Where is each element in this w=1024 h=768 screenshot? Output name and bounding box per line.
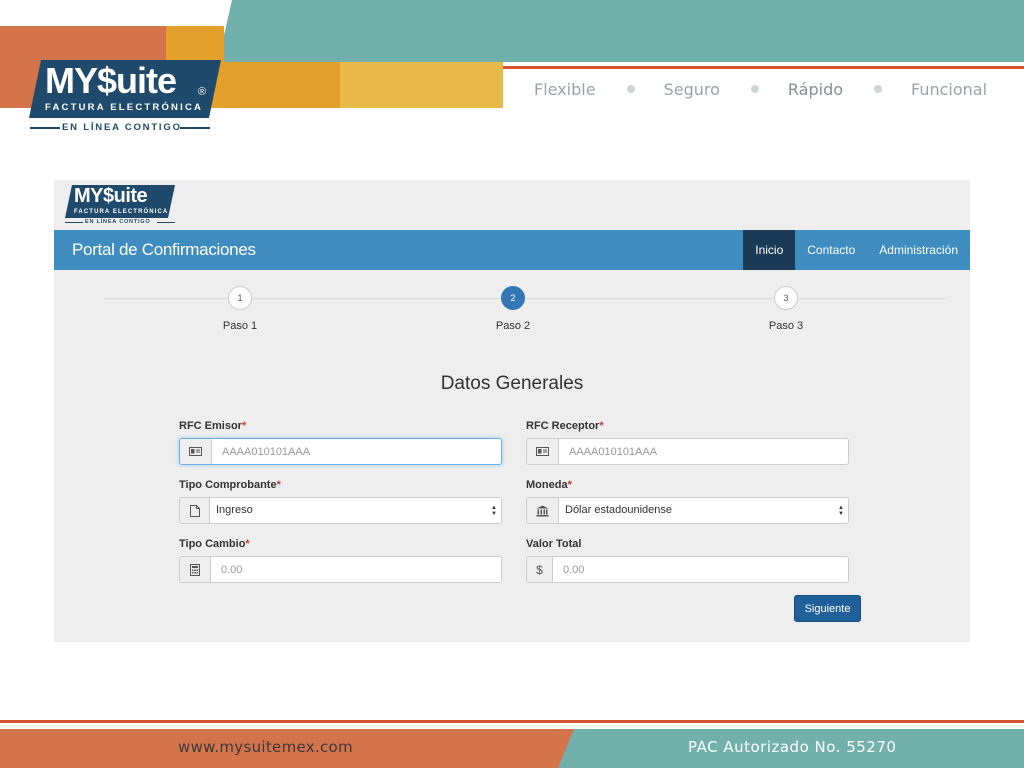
registered-mark: ® — [198, 86, 207, 98]
rfc-receptor-input[interactable] — [559, 439, 848, 464]
dollar-icon: $ — [527, 557, 553, 582]
required-mark: * — [241, 420, 247, 432]
valor-total-input[interactable] — [553, 557, 848, 582]
portal-brand[interactable]: Portal de Confirmaciones — [72, 230, 256, 270]
tipo-comprobante-select[interactable]: Ingreso — [210, 498, 487, 523]
valor-total-group: $ — [526, 556, 849, 583]
id-card-icon — [180, 439, 212, 464]
id-card-icon — [527, 439, 559, 464]
logo-subtitle: FACTURA ELECTRÓNICA — [45, 102, 204, 113]
value-rapido: Rápido — [787, 79, 844, 99]
footer-website[interactable]: www.mysuitemex.com — [178, 738, 353, 756]
step-2-circle[interactable]: 2 — [501, 286, 525, 310]
logo-tagline: EN LÍNEA CONTIGO — [30, 122, 210, 134]
required-mark: * — [276, 479, 281, 491]
tipo-comprobante-label-text: Tipo Comprobante — [179, 479, 277, 491]
bullet-dot — [750, 85, 759, 93]
value-tagline: Flexible Seguro Rápido Funcional — [534, 79, 987, 99]
rfc-emisor-label-text: RFC Emisor — [179, 420, 242, 432]
step-1-label: Paso 1 — [222, 320, 258, 332]
portal-logo-subtitle: FACTURA ELECTRÓNICA — [74, 209, 169, 215]
rfc-receptor-label: RFC Receptor* — [526, 420, 604, 432]
step-3-label: Paso 3 — [768, 320, 804, 332]
moneda-label: Moneda* — [526, 479, 572, 491]
rfc-emisor-group — [179, 438, 502, 465]
rfc-emisor-input[interactable] — [212, 439, 501, 464]
bullet-dot — [626, 85, 635, 93]
siguiente-button[interactable]: Siguiente — [794, 595, 861, 622]
moneda-group: Dólar estadounidense ▲ ▼ — [526, 497, 849, 524]
select-arrows-icon: ▲ ▼ — [491, 504, 497, 517]
portal-logo-wordmark: MY$uite — [74, 185, 148, 207]
tagline-rule-left — [30, 127, 60, 129]
select-arrows-icon: ▲ ▼ — [838, 504, 844, 517]
tipo-comprobante-label: Tipo Comprobante* — [179, 479, 281, 491]
valor-total-label-text: Valor Total — [526, 538, 582, 550]
footer-accent-line — [0, 720, 1024, 723]
tagline-text: EN LÍNEA CONTIGO — [62, 122, 182, 133]
required-mark: * — [599, 420, 604, 432]
rfc-receptor-label-text: RFC Receptor — [526, 420, 600, 432]
tipo-cambio-label: Tipo Cambio* — [179, 538, 250, 550]
moneda-select[interactable]: Dólar estadounidense — [559, 498, 834, 523]
tipo-cambio-input[interactable] — [211, 557, 501, 582]
tipo-cambio-label-text: Tipo Cambio — [179, 538, 246, 550]
nav-item-contacto[interactable]: Contacto — [795, 230, 867, 270]
value-flexible: Flexible — [534, 79, 596, 99]
step-2-label: Paso 2 — [495, 320, 531, 332]
tagline-rule-right — [157, 222, 175, 223]
header-teal-band — [218, 0, 1024, 62]
nav-menu: Inicio Contacto Administración — [743, 230, 970, 270]
bank-icon — [527, 498, 559, 523]
tagline-text: EN LÍNEA CONTIGO — [85, 219, 151, 225]
bullet-dot — [874, 85, 883, 93]
document-icon — [180, 498, 210, 523]
tagline-rule-right — [180, 127, 210, 129]
portal-navbar: Portal de Confirmaciones Inicio Contacto… — [54, 230, 970, 270]
value-seguro: Seguro — [663, 79, 720, 99]
rfc-receptor-group — [526, 438, 849, 465]
tipo-comprobante-group: Ingreso ▲ ▼ — [179, 497, 502, 524]
value-funcional: Funcional — [911, 79, 988, 99]
nav-item-administracion[interactable]: Administración — [867, 230, 970, 270]
logo-wordmark: MY$uite — [45, 60, 177, 101]
header-gold-band — [220, 62, 340, 108]
nav-item-inicio[interactable]: Inicio — [743, 230, 796, 270]
tagline-rule-left — [65, 222, 83, 223]
footer-pac-number: PAC Autorizado No. 55270 — [688, 738, 897, 756]
required-mark: * — [567, 479, 572, 491]
step-1-circle[interactable]: 1 — [228, 286, 252, 310]
form-title: Datos Generales — [440, 373, 584, 394]
step-3-circle[interactable]: 3 — [774, 286, 798, 310]
calculator-icon — [180, 557, 211, 582]
tipo-cambio-group — [179, 556, 502, 583]
valor-total-label: Valor Total — [526, 538, 581, 550]
portal-logo-tagline: EN LÍNEA CONTIGO — [65, 219, 175, 227]
required-mark: * — [245, 538, 250, 550]
rfc-emisor-label: RFC Emisor* — [179, 420, 246, 432]
moneda-label-text: Moneda — [526, 479, 568, 491]
header-light-gold-band — [340, 62, 503, 108]
